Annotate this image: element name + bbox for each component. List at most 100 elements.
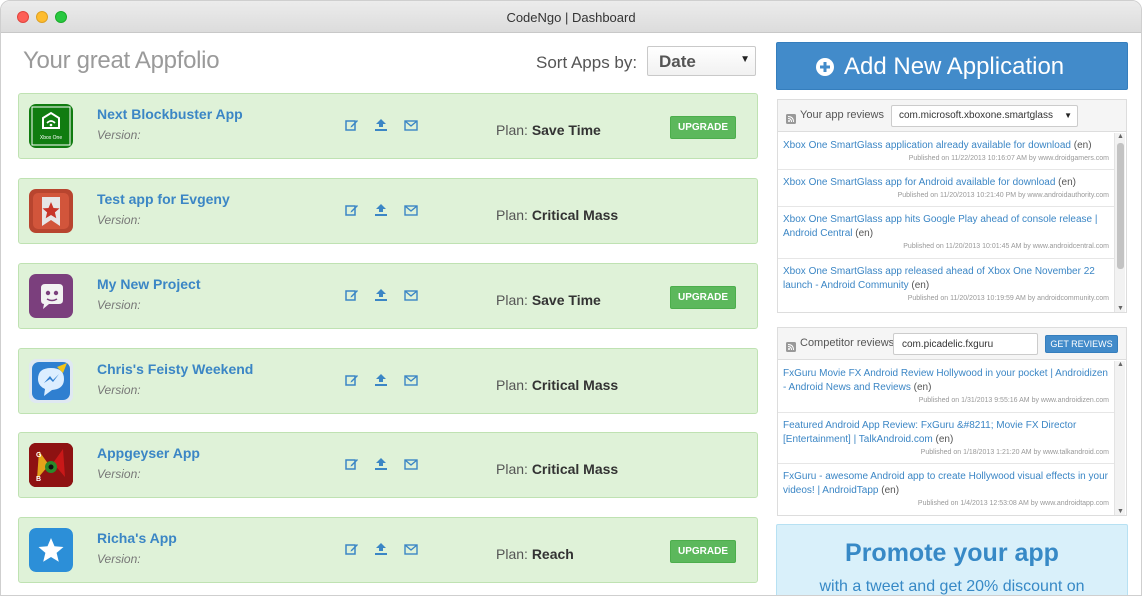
plan-info: Plan: Save Time <box>496 122 601 138</box>
envelope-icon[interactable] <box>404 373 420 387</box>
app-card: My New Project Version: Plan: Save Time … <box>18 263 758 329</box>
app-actions <box>345 457 429 475</box>
sort-label: Sort Apps by: <box>536 53 638 72</box>
game-art-icon[interactable]: GB <box>29 443 73 487</box>
app-name[interactable]: Chris's Feisty Weekend <box>97 361 253 377</box>
upgrade-button[interactable]: UPGRADE <box>670 286 736 309</box>
envelope-icon[interactable] <box>404 203 420 217</box>
add-new-application-button[interactable]: Add New Application <box>776 42 1128 90</box>
window-title: CodeNgo | Dashboard <box>506 10 636 25</box>
review-lang: (en) <box>911 280 930 291</box>
xbox-one-icon[interactable]: Xbox One <box>29 104 73 148</box>
upload-icon[interactable] <box>374 542 390 556</box>
review-title[interactable]: Xbox One SmartGlass application already … <box>783 140 1071 151</box>
chat-robot-icon[interactable] <box>29 274 73 318</box>
app-version: Version: <box>97 128 141 142</box>
envelope-icon[interactable] <box>404 288 420 302</box>
app-card: Xbox One Next Blockbuster App Version: P… <box>18 93 758 159</box>
scroll-down-icon[interactable]: ▼ <box>1115 508 1126 515</box>
app-name[interactable]: Appgeyser App <box>97 445 200 461</box>
competitor-reviews-panel: Competitor reviews com.picadelic.fxguru … <box>777 327 1127 516</box>
promote-subtitle: with a tweet and get 20% discount on <box>819 578 1085 595</box>
rss-icon <box>786 339 796 352</box>
edit-icon[interactable] <box>345 457 361 471</box>
review-link[interactable]: Xbox One SmartGlass app hits Google Play… <box>783 213 1109 241</box>
edit-icon[interactable] <box>345 288 361 302</box>
star-bookmark-icon[interactable] <box>29 189 73 233</box>
app-actions <box>345 118 429 136</box>
plan-label: Plan: <box>496 122 528 138</box>
envelope-icon[interactable] <box>404 542 420 556</box>
list-item: Xbox One SmartGlass app released ahead o… <box>778 259 1114 312</box>
review-title[interactable]: Xbox One SmartGlass app for Android avai… <box>783 177 1055 188</box>
sort-select[interactable]: Date ▼ <box>647 46 756 76</box>
svg-text:G: G <box>36 452 42 459</box>
review-link[interactable]: Xbox One SmartGlass app for Android avai… <box>783 176 1109 190</box>
edit-icon[interactable] <box>345 373 361 387</box>
review-lang: (en) <box>881 485 900 496</box>
app-actions <box>345 288 429 306</box>
app-name[interactable]: Richa's App <box>97 530 177 546</box>
review-title[interactable]: Xbox One SmartGlass app released ahead o… <box>783 266 1095 291</box>
scrollbar[interactable]: ▲ ▼ <box>1114 133 1125 312</box>
review-title[interactable]: FxGuru Movie FX Android Review Hollywood… <box>783 368 1108 393</box>
scroll-up-icon[interactable]: ▲ <box>1115 133 1126 140</box>
scroll-thumb[interactable] <box>1117 143 1124 269</box>
get-reviews-button[interactable]: GET REVIEWS <box>1045 335 1118 353</box>
plus-circle-icon <box>815 57 835 77</box>
app-name[interactable]: My New Project <box>97 276 200 292</box>
review-lang: (en) <box>935 434 954 445</box>
review-meta: Published on 11/20/2013 10:19:59 AM by a… <box>907 295 1109 302</box>
add-new-application-label: Add New Application <box>844 53 1065 80</box>
competitor-reviews-title: Competitor reviews <box>800 337 895 349</box>
review-link[interactable]: FxGuru - awesome Android app to create H… <box>783 470 1109 498</box>
star-icon[interactable] <box>29 528 73 572</box>
list-item: Xbox One SmartGlass app for Android avai… <box>778 170 1114 207</box>
competitor-package-input[interactable]: com.picadelic.fxguru <box>893 333 1038 355</box>
envelope-icon[interactable] <box>404 118 420 132</box>
upload-icon[interactable] <box>374 288 390 302</box>
review-link[interactable]: FxGuru Movie FX Android Review Hollywood… <box>783 367 1109 395</box>
app-reviews-title: Your app reviews <box>800 109 884 121</box>
promote-title: Promote your app <box>845 539 1059 567</box>
review-meta: Published on 1/18/2013 1:21:20 AM by www… <box>920 449 1109 456</box>
scroll-down-icon[interactable]: ▼ <box>1115 305 1126 312</box>
plan-name: Critical Mass <box>531 377 619 393</box>
review-lang: (en) <box>1058 177 1076 188</box>
plan-name: Save Time <box>531 292 601 308</box>
list-item: FxGuru Movie FX Android Review Hollywood… <box>778 361 1114 413</box>
upload-icon[interactable] <box>374 457 390 471</box>
envelope-icon[interactable] <box>404 457 420 471</box>
upload-icon[interactable] <box>374 373 390 387</box>
app-version: Version: <box>97 298 141 312</box>
review-link[interactable]: Xbox One SmartGlass application already … <box>783 139 1109 153</box>
rss-icon <box>786 111 796 124</box>
review-title[interactable]: FxGuru - awesome Android app to create H… <box>783 471 1108 496</box>
list-item: Xbox One SmartGlass application already … <box>778 133 1114 170</box>
upgrade-button[interactable]: UPGRADE <box>670 116 736 139</box>
competitor-reviews-feed: FxGuru Movie FX Android Review Hollywood… <box>778 361 1114 515</box>
edit-icon[interactable] <box>345 118 361 132</box>
app-name[interactable]: Next Blockbuster App <box>97 106 243 122</box>
review-link[interactable]: Xbox One SmartGlass app released ahead o… <box>783 265 1109 293</box>
messenger-icon[interactable] <box>29 359 73 403</box>
edit-icon[interactable] <box>345 203 361 217</box>
review-title[interactable]: Xbox One SmartGlass app hits Google Play… <box>783 214 1097 239</box>
review-title[interactable]: Featured Android App Review: FxGuru &#82… <box>783 420 1076 445</box>
app-name[interactable]: Test app for Evgeny <box>97 191 230 207</box>
promote-app-banner[interactable]: Promote your app with a tweet and get 20… <box>776 524 1128 595</box>
upgrade-button[interactable]: UPGRADE <box>670 540 736 563</box>
svg-text:Xbox One: Xbox One <box>40 135 62 141</box>
plan-name: Reach <box>531 546 574 562</box>
review-meta: Published on 1/31/2013 9:55:16 AM by www… <box>918 397 1109 404</box>
upload-icon[interactable] <box>374 203 390 217</box>
edit-icon[interactable] <box>345 542 361 556</box>
review-link[interactable]: Featured Android App Review: FxGuru &#82… <box>783 419 1109 447</box>
app-package-select[interactable]: com.microsoft.xboxone.smartglass ▼ <box>891 105 1078 127</box>
title-bar: CodeNgo | Dashboard <box>1 1 1141 33</box>
upload-icon[interactable] <box>374 118 390 132</box>
scrollbar[interactable]: ▲ ▼ <box>1114 361 1125 515</box>
competitor-reviews-header: Competitor reviews com.picadelic.fxguru … <box>778 328 1126 360</box>
scroll-up-icon[interactable]: ▲ <box>1115 361 1126 368</box>
plan-info: Plan: Critical Mass <box>496 207 618 223</box>
